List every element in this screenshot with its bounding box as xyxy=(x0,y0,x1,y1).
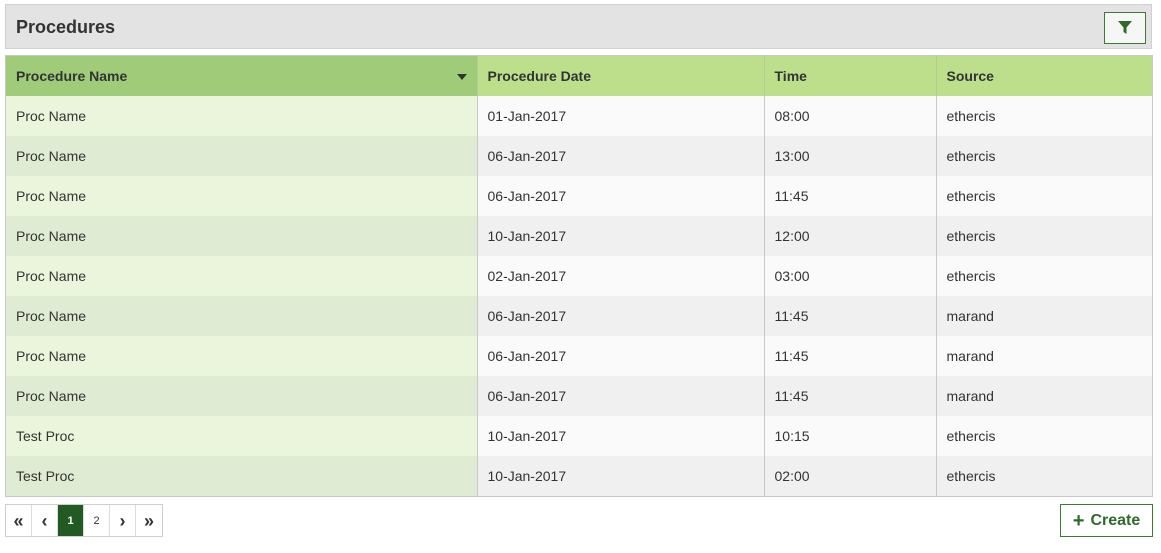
cell-procedure-date: 10-Jan-2017 xyxy=(477,216,765,256)
table-row[interactable]: Proc Name 06-Jan-2017 11:45 marand xyxy=(6,336,1152,376)
cell-time: 11:45 xyxy=(764,376,937,416)
column-header-label: Procedure Date xyxy=(487,68,591,84)
table-row[interactable]: Test Proc 10-Jan-2017 02:00 ethercis xyxy=(6,456,1152,496)
cell-source: ethercis xyxy=(936,456,1152,496)
cell-source: ethercis xyxy=(936,96,1152,136)
table-row[interactable]: Proc Name 06-Jan-2017 11:45 ethercis xyxy=(6,176,1152,216)
cell-source: marand xyxy=(936,296,1152,336)
cell-procedure-name: Proc Name xyxy=(6,176,478,216)
table-row[interactable]: Proc Name 06-Jan-2017 11:45 marand xyxy=(6,376,1152,416)
procedures-table: Procedure Name Procedure Date Time Sourc… xyxy=(5,55,1153,497)
table-row[interactable]: Test Proc 10-Jan-2017 10:15 ethercis xyxy=(6,416,1152,456)
cell-procedure-name: Proc Name xyxy=(6,296,478,336)
cell-procedure-date: 06-Jan-2017 xyxy=(477,376,765,416)
filter-button[interactable] xyxy=(1104,12,1146,44)
cell-procedure-date: 06-Jan-2017 xyxy=(477,176,765,216)
chevron-right-icon: › xyxy=(119,510,126,531)
cell-procedure-date: 06-Jan-2017 xyxy=(477,336,765,376)
table-row[interactable]: Proc Name 02-Jan-2017 03:00 ethercis xyxy=(6,256,1152,296)
cell-time: 03:00 xyxy=(764,256,937,296)
column-header-source[interactable]: Source xyxy=(936,56,1152,96)
column-header-label: Time xyxy=(774,68,807,84)
cell-source: marand xyxy=(936,336,1152,376)
cell-source: ethercis xyxy=(936,176,1152,216)
cell-procedure-name: Proc Name xyxy=(6,136,478,176)
table-header-row: Procedure Name Procedure Date Time Sourc… xyxy=(6,56,1152,96)
cell-source: ethercis xyxy=(936,136,1152,176)
create-button-label: Create xyxy=(1090,511,1141,529)
cell-procedure-date: 01-Jan-2017 xyxy=(477,96,765,136)
cell-procedure-name: Proc Name xyxy=(6,256,478,296)
pagination: « ‹ 1 2 › » xyxy=(5,504,163,537)
cell-time: 13:00 xyxy=(764,136,937,176)
cell-procedure-name: Test Proc xyxy=(6,416,478,456)
cell-procedure-date: 10-Jan-2017 xyxy=(477,416,765,456)
cell-time: 08:00 xyxy=(764,96,937,136)
create-button[interactable]: + Create xyxy=(1060,504,1153,537)
first-page-button[interactable]: « xyxy=(6,505,32,536)
page-button-2[interactable]: 2 xyxy=(84,505,110,536)
cell-time: 11:45 xyxy=(764,176,937,216)
filter-icon xyxy=(1118,21,1132,34)
cell-source: marand xyxy=(936,376,1152,416)
cell-procedure-date: 10-Jan-2017 xyxy=(477,456,765,496)
cell-time: 11:45 xyxy=(764,296,937,336)
cell-procedure-date: 02-Jan-2017 xyxy=(477,256,765,296)
cell-procedure-name: Proc Name xyxy=(6,376,478,416)
column-header-label: Procedure Name xyxy=(16,68,128,84)
page-title: Procedures xyxy=(16,17,116,37)
cell-procedure-date: 06-Jan-2017 xyxy=(477,296,765,336)
column-header-label: Source xyxy=(946,68,994,84)
cell-source: ethercis xyxy=(936,416,1152,456)
cell-procedure-name: Proc Name xyxy=(6,216,478,256)
cell-time: 10:15 xyxy=(764,416,937,456)
panel-header: Procedures xyxy=(5,4,1152,49)
double-chevron-left-icon: « xyxy=(13,510,24,531)
table-row[interactable]: Proc Name 10-Jan-2017 12:00 ethercis xyxy=(6,216,1152,256)
cell-time: 12:00 xyxy=(764,216,937,256)
cell-procedure-name: Proc Name xyxy=(6,96,478,136)
next-page-button[interactable]: › xyxy=(110,505,136,536)
column-header-procedure-name[interactable]: Procedure Name xyxy=(6,56,478,96)
table-row[interactable]: Proc Name 06-Jan-2017 13:00 ethercis xyxy=(6,136,1152,176)
page-button-1[interactable]: 1 xyxy=(58,505,84,536)
cell-source: ethercis xyxy=(936,216,1152,256)
cell-source: ethercis xyxy=(936,256,1152,296)
cell-procedure-date: 06-Jan-2017 xyxy=(477,136,765,176)
table-row[interactable]: Proc Name 01-Jan-2017 08:00 ethercis xyxy=(6,96,1152,136)
last-page-button[interactable]: » xyxy=(136,505,162,536)
cell-procedure-name: Test Proc xyxy=(6,456,478,496)
table-row[interactable]: Proc Name 06-Jan-2017 11:45 marand xyxy=(6,296,1152,336)
previous-page-button[interactable]: ‹ xyxy=(32,505,58,536)
cell-time: 02:00 xyxy=(764,456,937,496)
sort-caret-down-icon xyxy=(456,74,467,80)
double-chevron-right-icon: » xyxy=(143,510,154,531)
column-header-time[interactable]: Time xyxy=(764,56,937,96)
column-header-procedure-date[interactable]: Procedure Date xyxy=(477,56,765,96)
plus-icon: + xyxy=(1072,509,1085,532)
cell-procedure-name: Proc Name xyxy=(6,336,478,376)
chevron-left-icon: ‹ xyxy=(41,510,48,531)
cell-time: 11:45 xyxy=(764,336,937,376)
